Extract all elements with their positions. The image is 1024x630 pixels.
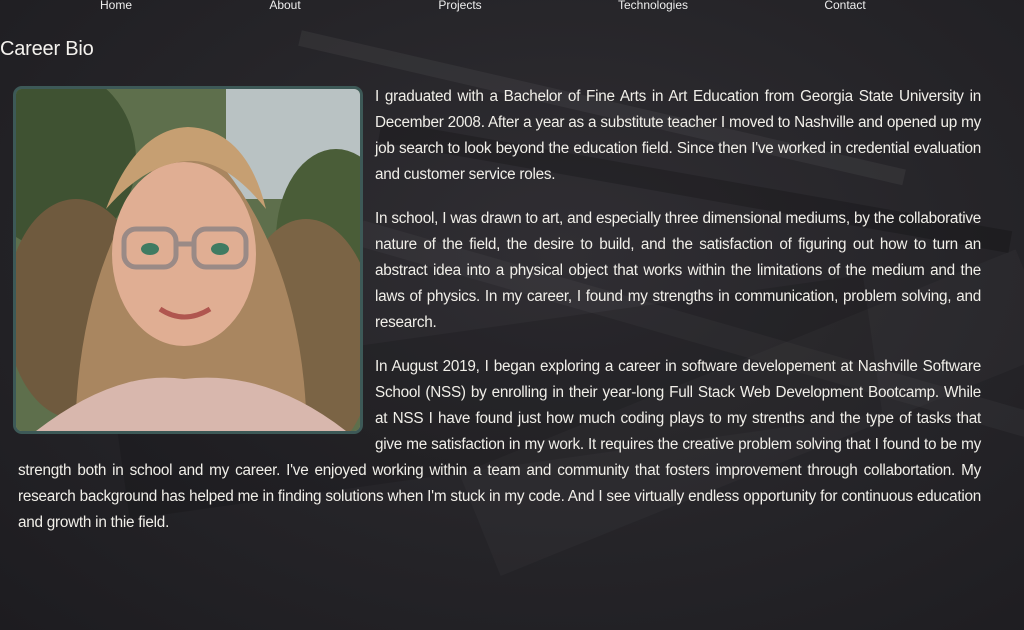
profile-photo — [13, 86, 363, 434]
nav-link-projects[interactable]: Projects — [438, 0, 481, 12]
nav-link-about[interactable]: About — [269, 0, 300, 12]
bio-section: I graduated with a Bachelor of Fine Arts… — [13, 84, 981, 554]
nav-link-home[interactable]: Home — [100, 0, 132, 12]
nav-link-technologies[interactable]: Technologies — [618, 0, 688, 12]
nav-link-contact[interactable]: Contact — [824, 0, 865, 12]
page-title: Career Bio — [0, 38, 94, 60]
top-nav: Home About Projects Technologies Contact — [0, 0, 1024, 14]
